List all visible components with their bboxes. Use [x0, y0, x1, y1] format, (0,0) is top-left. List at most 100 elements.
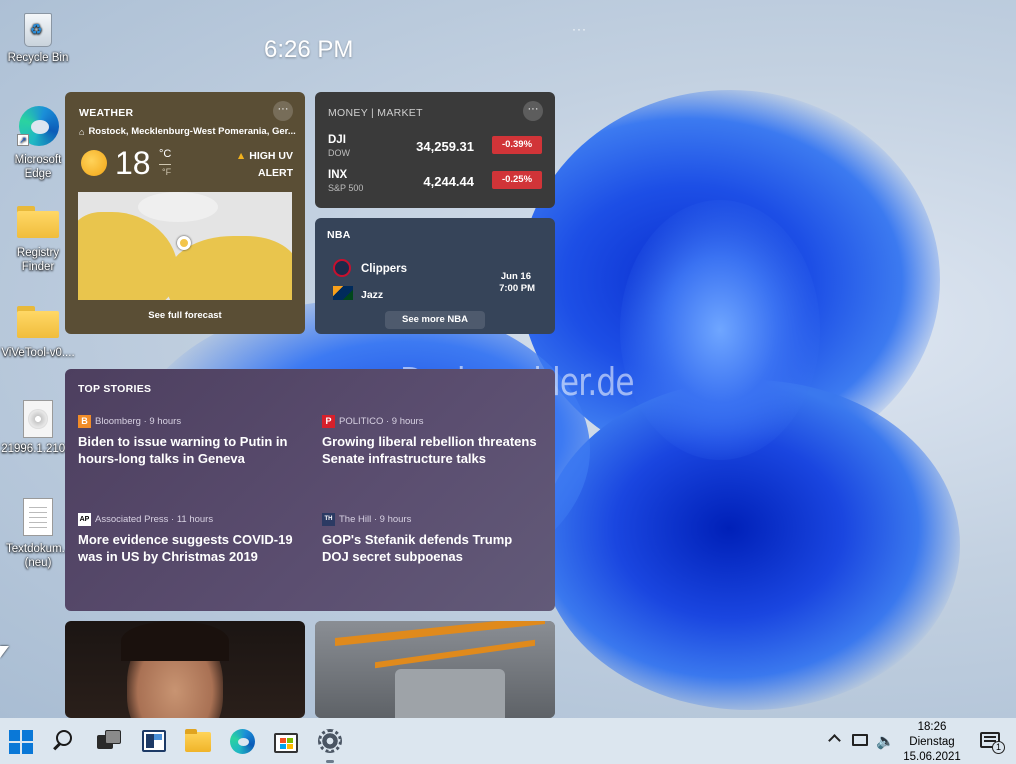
nba-game-time: 7:00 PM: [499, 283, 535, 294]
market-more-options-icon[interactable]: ···: [523, 101, 543, 121]
taskbar: 🔈 18:26 Dienstag 15.06.2021 1: [0, 718, 1016, 764]
unit-celsius[interactable]: °C: [159, 148, 171, 160]
associated-press-logo-icon: AP: [78, 513, 91, 526]
wallpaper-bloom-core: [620, 200, 820, 460]
bloomberg-logo-icon: B: [78, 415, 91, 428]
disc-image-icon: [23, 400, 53, 438]
widgets-icon: [142, 730, 166, 752]
gear-icon: [318, 729, 342, 753]
taskbar-clock[interactable]: 18:26 Dienstag 15.06.2021: [900, 720, 964, 764]
weather-location-row: ⌂ Rostock, Mecklenburg-West Pomerania, G…: [79, 126, 296, 137]
weather-title: WEATHER: [79, 107, 134, 119]
jazz-logo-icon: [333, 286, 353, 300]
top-stories-title: TOP STORIES: [78, 383, 152, 395]
folder-icon: [17, 206, 59, 238]
map-land: [78, 212, 178, 300]
story-item[interactable]: AP Associated Press · 11 hours More evide…: [78, 513, 293, 565]
map-land-north: [138, 192, 218, 222]
stock-change-badge: -0.39%: [492, 136, 542, 154]
sun-icon: [81, 150, 107, 176]
notification-count-badge: 1: [992, 741, 1005, 754]
desktop-icon-label: Microsoft Edge: [14, 154, 62, 180]
nba-title: NBA: [327, 229, 351, 241]
story-source: The Hill · 9 hours: [339, 514, 412, 525]
widgets-clock: 6:26 PM: [264, 36, 354, 63]
desktop-icon-recycle-bin[interactable]: ♻ Recycle Bin: [0, 8, 76, 65]
clock-day: Dienstag: [909, 736, 955, 748]
nba-game-date: Jun 16: [500, 271, 531, 282]
story-headline[interactable]: More evidence suggests COVID-19 was in U…: [78, 531, 293, 565]
stock-price: 4,244.44: [423, 174, 474, 189]
stock-row[interactable]: DJI DOW 34,259.31 -0.39%: [328, 134, 542, 162]
news-image-card-portrait[interactable]: [65, 621, 305, 718]
story-item[interactable]: B Bloomberg · 9 hours Biden to issue warn…: [78, 415, 293, 467]
story-item[interactable]: TH The Hill · 9 hours GOP's Stefanik defe…: [322, 513, 537, 565]
see-full-forecast-button[interactable]: See full forecast: [135, 307, 235, 325]
show-hidden-icons-chevron-icon[interactable]: [828, 734, 841, 747]
notification-icon: [984, 736, 996, 738]
stock-row[interactable]: INX S&P 500 4,244.44 -0.25%: [328, 169, 542, 197]
notification-center-button[interactable]: 1: [980, 732, 1005, 754]
nba-team-2: Jazz: [361, 289, 384, 301]
clippers-logo-icon: [333, 259, 351, 277]
windows-logo-icon: [9, 730, 33, 754]
task-view-button[interactable]: [94, 726, 124, 756]
file-explorer-button[interactable]: [183, 726, 213, 756]
recycle-bin-icon: ♻: [21, 8, 55, 48]
story-headline[interactable]: Growing liberal rebellion threatens Sena…: [322, 433, 537, 467]
story-source: Bloomberg · 9 hours: [95, 416, 182, 427]
weather-temperature: 18: [115, 145, 151, 181]
settings-button[interactable]: [315, 726, 345, 763]
mouse-cursor-icon: [0, 646, 9, 658]
uv-alert-line1: HIGH UV: [249, 150, 293, 162]
see-more-nba-button[interactable]: See more NBA: [385, 311, 485, 329]
warning-icon: ▲: [235, 150, 247, 162]
nba-widget[interactable]: NBA Clippers Jazz Jun 16 7:00 PM See mor…: [315, 218, 555, 334]
story-source: Associated Press · 11 hours: [95, 514, 214, 525]
desktop-icon-label: Textdokum... (neu): [6, 543, 72, 569]
story-source: POLITICO · 9 hours: [339, 416, 424, 427]
market-title: MONEY | MARKET: [328, 107, 423, 119]
text-document-icon: [23, 498, 53, 536]
desktop-icon-label: ViVeTool-v0....: [1, 347, 75, 359]
top-stories-widget[interactable]: TOP STORIES B Bloomberg · 9 hours Biden t…: [65, 369, 555, 611]
clock-date: 15.06.2021: [903, 751, 961, 763]
edge-taskbar-button[interactable]: [227, 726, 257, 756]
market-widget[interactable]: MONEY | MARKET ··· DJI DOW 34,259.31 -0.…: [315, 92, 555, 208]
search-button[interactable]: [50, 726, 80, 756]
uv-alert-line2: ALERT: [258, 167, 293, 179]
stock-price: 34,259.31: [416, 139, 474, 154]
file-explorer-icon: [185, 732, 211, 752]
the-hill-logo-icon: TH: [322, 513, 335, 526]
weather-location: Rostock, Mecklenburg-West Pomerania, Ger…: [88, 126, 296, 137]
store-icon: [274, 733, 298, 753]
desktop-icon-label: Recycle Bin: [7, 52, 69, 64]
nba-team-1: Clippers: [361, 263, 408, 275]
store-button[interactable]: [271, 726, 301, 756]
unit-fahrenheit[interactable]: °F: [162, 167, 171, 177]
desktop-icon-label: Registry Finder: [16, 247, 60, 273]
politico-logo-icon: P: [322, 415, 335, 428]
story-headline[interactable]: GOP's Stefanik defends Trump DOJ secret …: [322, 531, 537, 565]
location-marker-icon: [177, 236, 191, 250]
story-headline[interactable]: Biden to issue warning to Putin in hours…: [78, 433, 293, 467]
clock-time: 18:26: [917, 721, 947, 733]
unit-divider: [159, 164, 171, 165]
start-button[interactable]: [6, 726, 36, 756]
folder-icon: [17, 306, 59, 338]
news-image-card-factory[interactable]: [315, 621, 555, 718]
widgets-button[interactable]: [138, 726, 168, 756]
story-item[interactable]: P POLITICO · 9 hours Growing liberal rebe…: [322, 415, 537, 467]
home-icon: ⌂: [79, 126, 85, 137]
weather-more-options-icon[interactable]: ···: [273, 101, 293, 121]
portrait-hair: [121, 621, 229, 661]
volume-icon[interactable]: 🔈: [876, 732, 895, 750]
weather-widget[interactable]: WEATHER ··· ⌂ Rostock, Mecklenburg-West …: [65, 92, 305, 334]
widgets-drag-handle-icon[interactable]: ···: [572, 22, 587, 36]
uv-alert[interactable]: ▲ HIGH UV ALERT: [236, 148, 293, 182]
weather-map[interactable]: [78, 192, 292, 300]
desktop: Deskmodder.de ♻ Recycle Bin ↗ Microsoft …: [0, 0, 1016, 718]
network-icon[interactable]: [852, 734, 868, 746]
factory-vehicle: [395, 669, 505, 718]
stock-change-badge: -0.25%: [492, 171, 542, 189]
